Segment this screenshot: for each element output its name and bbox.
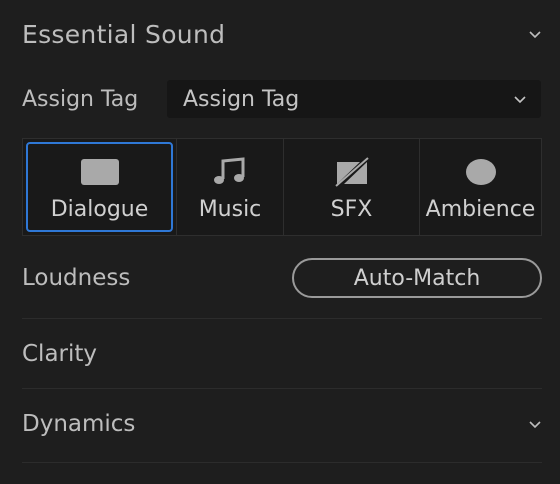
dynamics-section-header[interactable]: Dynamics	[22, 402, 542, 446]
assign-tag-label: Assign Tag	[22, 86, 139, 112]
panel-title: Essential Sound	[22, 19, 226, 49]
sfx-button[interactable]: SFX	[284, 139, 420, 235]
sfx-label: SFX	[330, 197, 373, 222]
assign-tag-selected-value: Assign Tag	[183, 86, 300, 112]
ambience-label: Ambience	[425, 197, 536, 222]
music-label: Music	[198, 197, 262, 222]
chevron-down-icon[interactable]	[528, 417, 542, 431]
panel-header[interactable]: Essential Sound	[22, 14, 542, 54]
music-note-icon	[212, 157, 248, 187]
dialogue-label: Dialogue	[50, 197, 149, 222]
assign-tag-row: Assign Tag Assign Tag	[22, 80, 542, 118]
sfx-icon	[334, 157, 370, 187]
audio-type-buttons: Dialogue Music SFX Ambience	[22, 138, 542, 236]
assign-tag-dropdown[interactable]: Assign Tag	[167, 80, 541, 118]
dynamics-label: Dynamics	[22, 411, 136, 437]
clarity-section-header[interactable]: Clarity	[22, 332, 542, 376]
dialogue-icon	[80, 157, 120, 187]
essential-sound-panel: Essential Sound Assign Tag Assign Tag Di…	[0, 0, 560, 484]
divider	[22, 388, 542, 389]
ambience-icon	[465, 157, 497, 187]
auto-match-button[interactable]: Auto-Match	[292, 258, 542, 298]
music-button[interactable]: Music	[177, 139, 284, 235]
ambience-button[interactable]: Ambience	[420, 139, 541, 235]
loudness-row: Loudness Auto-Match	[22, 256, 542, 300]
divider	[22, 318, 542, 319]
clarity-label: Clarity	[22, 341, 98, 367]
dialogue-button[interactable]: Dialogue	[23, 139, 177, 235]
divider	[22, 462, 542, 463]
loudness-label: Loudness	[22, 265, 131, 291]
chevron-down-icon	[513, 92, 527, 106]
chevron-down-icon[interactable]	[528, 27, 542, 41]
